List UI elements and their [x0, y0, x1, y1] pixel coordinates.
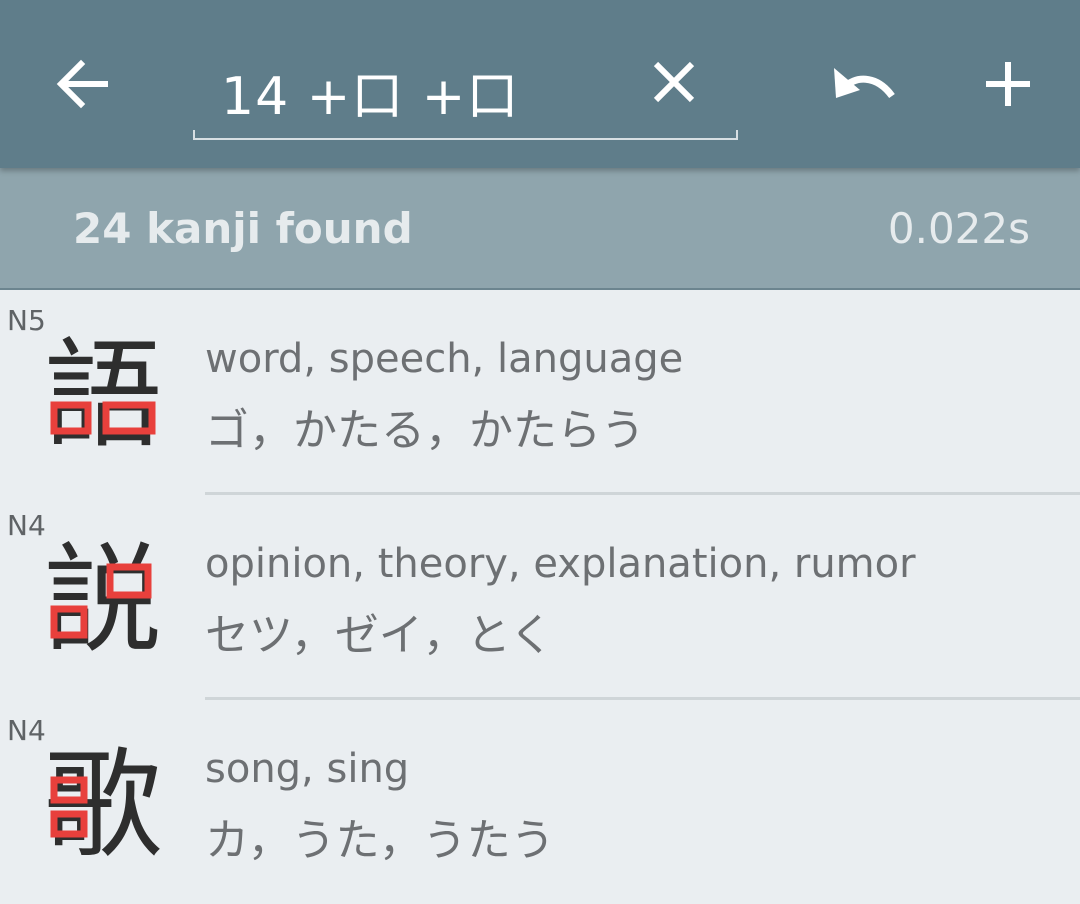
back-button[interactable] — [55, 58, 111, 110]
arrow-left-icon — [56, 59, 108, 109]
kanji-glyph: 歌 — [44, 742, 162, 860]
kanji-reading: ゴ，かたる，かたらう — [205, 405, 645, 456]
search-time: 0.022s — [887, 204, 1030, 253]
kanji-result-row[interactable]: N4 説 opinion, theory, explanation, rumor… — [0, 495, 1080, 700]
add-button[interactable] — [982, 58, 1034, 110]
search-query-field[interactable]: 14 +口 +口 — [193, 30, 738, 140]
jlpt-level: N4 — [7, 509, 46, 542]
results-summary-bar: 24 kanji found 0.022s — [0, 168, 1080, 290]
undo-button[interactable] — [830, 62, 900, 108]
kanji-meaning: opinion, theory, explanation, rumor — [205, 541, 916, 587]
app-bar: 14 +口 +口 — [0, 0, 1080, 168]
clear-button[interactable] — [650, 58, 698, 106]
kanji-result-row[interactable]: N5 語 word, speech, language ゴ，かたる，かたらう — [0, 290, 1080, 495]
close-icon — [653, 61, 695, 103]
kanji-meaning: word, speech, language — [205, 336, 684, 382]
search-query-text: 14 +口 +口 — [221, 67, 520, 127]
kanji-glyph: 説 — [44, 537, 162, 655]
kanji-reading: カ，うた，うたう — [205, 815, 555, 866]
kanji-meaning: song, sing — [205, 746, 410, 792]
result-count: 24 kanji found — [73, 204, 413, 253]
kanji-glyph: 語 — [44, 332, 162, 450]
search-underline — [193, 130, 738, 140]
undo-icon — [834, 68, 895, 99]
kanji-result-row[interactable]: N4 歌 song, sing カ，うた，うたう — [0, 700, 1080, 904]
plus-icon — [986, 62, 1030, 106]
kanji-reading: セツ，ゼイ，とく — [205, 610, 554, 661]
jlpt-level: N5 — [7, 304, 46, 337]
jlpt-level: N4 — [7, 714, 46, 747]
kanji-result-list: N5 語 word, speech, language ゴ，かたる，かたらう N… — [0, 290, 1080, 904]
